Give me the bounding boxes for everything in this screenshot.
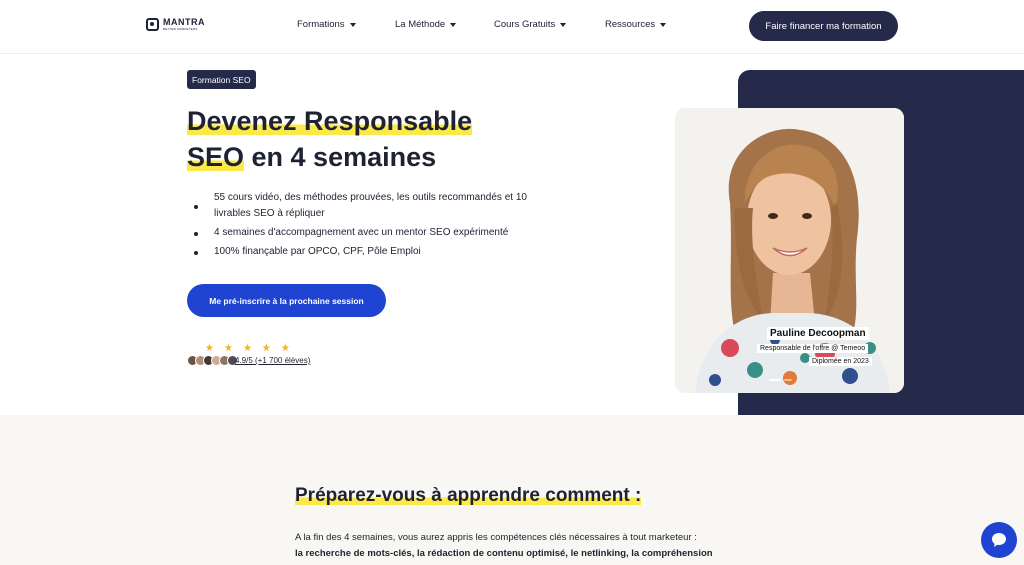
nav-formations[interactable]: Formations	[297, 19, 356, 30]
star-icon: ★	[261, 343, 271, 354]
rating-stars: ★ ★ ★ ★ ★	[205, 344, 290, 354]
logo-tagline: BETTER MARKETERS	[163, 27, 198, 31]
testimonial-name: Pauline Decoopman	[767, 327, 869, 340]
benefits-list: 55 cours vidéo, des méthodes prouvées, l…	[190, 190, 550, 263]
hero-title-rest: en 4 semaines	[244, 142, 437, 172]
student-avatars	[187, 355, 238, 366]
benefit-item: 100% finançable par OPCO, CPF, Pôle Empl…	[190, 244, 550, 260]
chat-icon	[992, 533, 1006, 547]
section-skills: la recherche de mots-clés, la rédaction …	[295, 548, 713, 559]
nav-la-methode[interactable]: La Méthode	[395, 19, 457, 30]
logo-text: MANTRA	[163, 17, 205, 27]
caret-down-icon	[660, 22, 667, 27]
carousel-dot[interactable]	[769, 379, 781, 381]
caret-down-icon	[560, 22, 567, 27]
course-badge: Formation SEO	[187, 70, 256, 89]
nav-label: Ressources	[605, 19, 656, 30]
financing-button[interactable]: Faire financer ma formation	[749, 11, 898, 41]
benefit-item: 55 cours vidéo, des méthodes prouvées, l…	[190, 190, 550, 222]
caret-down-icon	[450, 22, 457, 27]
testimonial-role: Responsable de l'offre @ Temeoo	[757, 344, 869, 353]
carousel-dots[interactable]	[769, 379, 792, 381]
logo[interactable]: MANTRA BETTER MARKETERS	[146, 18, 205, 31]
nav-cours-gratuits[interactable]: Cours Gratuits	[494, 19, 567, 30]
logo-icon	[146, 18, 159, 31]
hero-title: Devenez Responsable SEO en 4 semaines	[187, 103, 473, 175]
site-header: MANTRA BETTER MARKETERS Formations La Mé…	[0, 0, 1024, 54]
carousel-dot[interactable]	[784, 379, 792, 381]
chat-button[interactable]	[981, 522, 1017, 558]
star-icon: ★	[280, 343, 290, 354]
hero-title-line1: Devenez Responsable	[187, 106, 473, 136]
testimonial-graduation: Diplomée en 2023	[809, 357, 872, 366]
nav-ressources[interactable]: Ressources	[605, 19, 667, 30]
hero-title-highlight: SEO	[187, 142, 245, 172]
preregister-button[interactable]: Me pré-inscrire à la prochaine session	[187, 284, 386, 317]
section-title: Préparez-vous à apprendre comment :	[295, 485, 642, 506]
nav-label: La Méthode	[395, 19, 446, 30]
nav-label: Formations	[297, 19, 345, 30]
caret-down-icon	[349, 22, 356, 27]
section-intro: A la fin des 4 semaines, vous aurez appr…	[295, 532, 697, 543]
star-icon: ★	[223, 343, 233, 354]
star-icon: ★	[205, 343, 214, 354]
nav-label: Cours Gratuits	[494, 19, 556, 30]
benefit-item: 4 semaines d'accompagnement avec un ment…	[190, 225, 550, 241]
rating-link[interactable]: 4.9/5 (+1 700 élèves)	[235, 356, 310, 365]
star-icon: ★	[242, 343, 252, 354]
